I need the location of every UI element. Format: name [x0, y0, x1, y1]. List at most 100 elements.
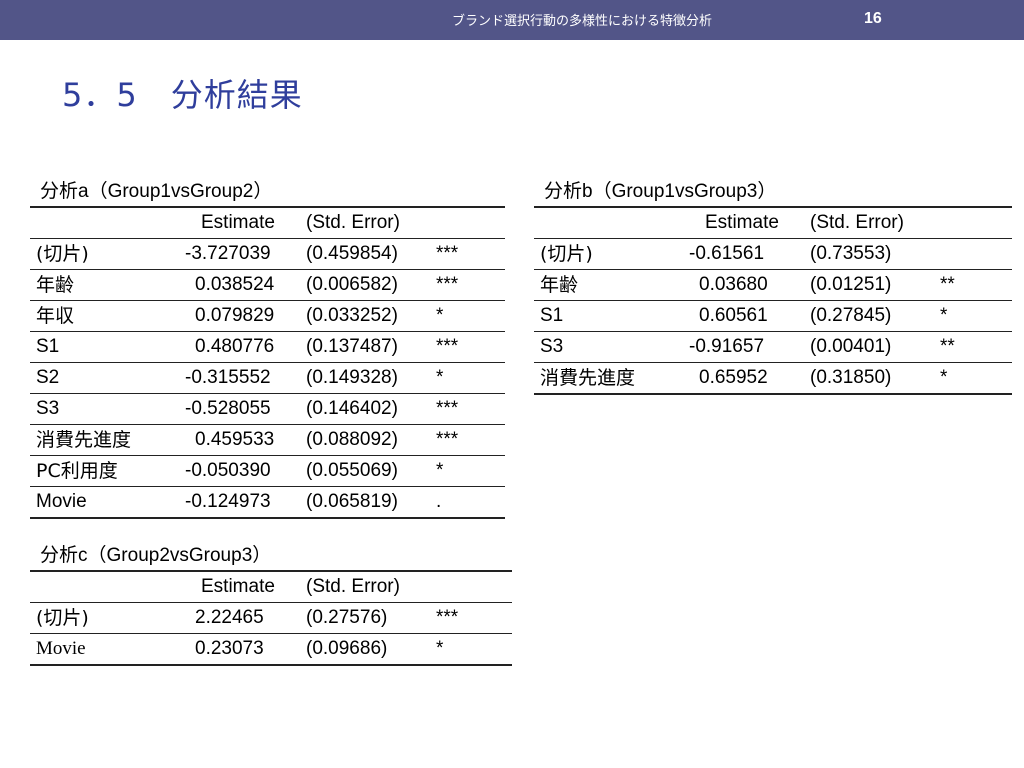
row-variable: Movie [30, 486, 175, 519]
table-block-a: 分析a（Group1vsGroup2） Estimate (Std. Error)… [30, 176, 505, 521]
row-estimate: -0.050390 [175, 455, 300, 487]
row-significance: *** [430, 424, 505, 456]
row-std-error: (0.459854) [300, 238, 430, 270]
row-std-error: (0.27845) [804, 300, 934, 332]
regression-table-a: Estimate (Std. Error) (切片) -3.727039 (0.4598… [30, 206, 505, 519]
table-caption-c: 分析c（Group2vsGroup3） [40, 540, 271, 567]
row-estimate: 0.23073 [175, 633, 300, 666]
row-std-error: (0.137487) [300, 331, 430, 363]
row-significance: * [430, 362, 505, 394]
table-caption-b: 分析b（Group1vsGroup3） [544, 176, 776, 203]
row-estimate: -0.124973 [175, 486, 300, 519]
row-std-error: (0.033252) [300, 300, 430, 332]
row-estimate: 2.22465 [175, 602, 300, 634]
row-std-error: (0.31850) [804, 362, 934, 395]
table-block-c: 分析c（Group2vsGroup3） Estimate (Std. Error)… [30, 540, 512, 670]
row-significance: * [934, 300, 1012, 332]
row-variable: PC利用度 [30, 455, 175, 487]
table-header-row: Estimate (Std. Error) [534, 206, 1012, 239]
row-significance: ** [934, 269, 1012, 301]
column-header [30, 570, 175, 603]
row-significance: * [430, 455, 505, 487]
row-variable: 年齢 [534, 269, 679, 301]
row-std-error: (0.149328) [300, 362, 430, 394]
table-caption-a: 分析a（Group1vsGroup2） [40, 176, 272, 203]
table-row: 年齢 0.038524 (0.006582) *** [30, 269, 505, 301]
row-estimate: 0.459533 [175, 424, 300, 456]
row-variable: (切片) [30, 238, 175, 270]
row-significance: . [430, 486, 505, 519]
row-significance: *** [430, 393, 505, 425]
row-std-error: (0.00401) [804, 331, 934, 363]
row-std-error: (0.055069) [300, 455, 430, 487]
row-estimate: 0.60561 [679, 300, 804, 332]
row-variable: S3 [534, 331, 679, 363]
column-header: Estimate [679, 206, 804, 239]
row-estimate: 0.480776 [175, 331, 300, 363]
header-bar: ブランド選択行動の多様性における特徴分析 16 [0, 0, 1024, 40]
row-variable: S1 [534, 300, 679, 332]
row-variable: Movie [30, 633, 175, 666]
row-significance: *** [430, 238, 505, 270]
table-block-b: 分析b（Group1vsGroup3） Estimate (Std. Error)… [534, 176, 1012, 396]
row-variable: 消費先進度 [534, 362, 679, 395]
row-significance: *** [430, 269, 505, 301]
row-std-error: (0.006582) [300, 269, 430, 301]
column-header [934, 206, 1012, 239]
row-variable: S2 [30, 362, 175, 394]
row-std-error: (0.146402) [300, 393, 430, 425]
row-estimate: 0.079829 [175, 300, 300, 332]
row-significance: * [934, 362, 1012, 395]
row-significance: ** [934, 331, 1012, 363]
table-row: (切片) 2.22465 (0.27576) *** [30, 602, 512, 634]
table-row: 年齢 0.03680 (0.01251) ** [534, 269, 1012, 301]
table-header-row: Estimate (Std. Error) [30, 570, 512, 603]
table-row: S3 -0.528055 (0.146402) *** [30, 393, 505, 425]
table-caption-prefix: 分析a [40, 181, 89, 202]
row-variable: (切片) [30, 602, 175, 634]
row-variable: S3 [30, 393, 175, 425]
table-row: 年収 0.079829 (0.033252) * [30, 300, 505, 332]
row-std-error: (0.088092) [300, 424, 430, 456]
table-header-row: Estimate (Std. Error) [30, 206, 505, 239]
column-header [30, 206, 175, 239]
table-row: S2 -0.315552 (0.149328) * [30, 362, 505, 394]
row-significance: *** [430, 602, 512, 634]
row-estimate: 0.03680 [679, 269, 804, 301]
table-row: (切片) -3.727039 (0.459854) *** [30, 238, 505, 270]
row-variable: S1 [30, 331, 175, 363]
row-std-error: (0.065819) [300, 486, 430, 519]
table-row: Movie -0.124973 (0.065819). [30, 486, 505, 519]
row-estimate: 0.65952 [679, 362, 804, 395]
row-estimate: -0.91657 [679, 331, 804, 363]
row-estimate: -0.61561 [679, 238, 804, 270]
table-caption-prefix: 分析b [544, 181, 593, 202]
row-variable: (切片) [534, 238, 679, 270]
table-caption-prefix: 分析c [40, 545, 88, 566]
row-estimate: -0.315552 [175, 362, 300, 394]
row-estimate: 0.038524 [175, 269, 300, 301]
row-variable: 年齢 [30, 269, 175, 301]
table-caption-group: （Group2vsGroup3） [87, 545, 272, 566]
row-significance: * [430, 633, 512, 666]
column-header: (Std. Error) [804, 206, 934, 239]
table-row: 消費先進度 0.65952 (0.31850) * [534, 362, 1012, 395]
table-caption-group: （Group1vsGroup3） [592, 181, 777, 202]
slide-title: 5．5 分析結果 [62, 76, 303, 114]
column-header [534, 206, 679, 239]
row-std-error: (0.73553) [804, 238, 934, 270]
table-row: S3 -0.91657 (0.00401) ** [534, 331, 1012, 363]
column-header: Estimate [175, 570, 300, 603]
table-caption-group: （Group1vsGroup2） [88, 181, 273, 202]
row-estimate: -3.727039 [175, 238, 300, 270]
table-row: S1 0.60561 (0.27845) * [534, 300, 1012, 332]
row-std-error: (0.09686) [300, 633, 430, 666]
column-header: (Std. Error) [300, 206, 430, 239]
row-significance: *** [430, 331, 505, 363]
table-row: S1 0.480776 (0.137487) *** [30, 331, 505, 363]
page-number: 16 [864, 10, 882, 27]
row-significance: * [430, 300, 505, 332]
row-variable: 消費先進度 [30, 424, 175, 456]
row-std-error: (0.01251) [804, 269, 934, 301]
row-variable: 年収 [30, 300, 175, 332]
